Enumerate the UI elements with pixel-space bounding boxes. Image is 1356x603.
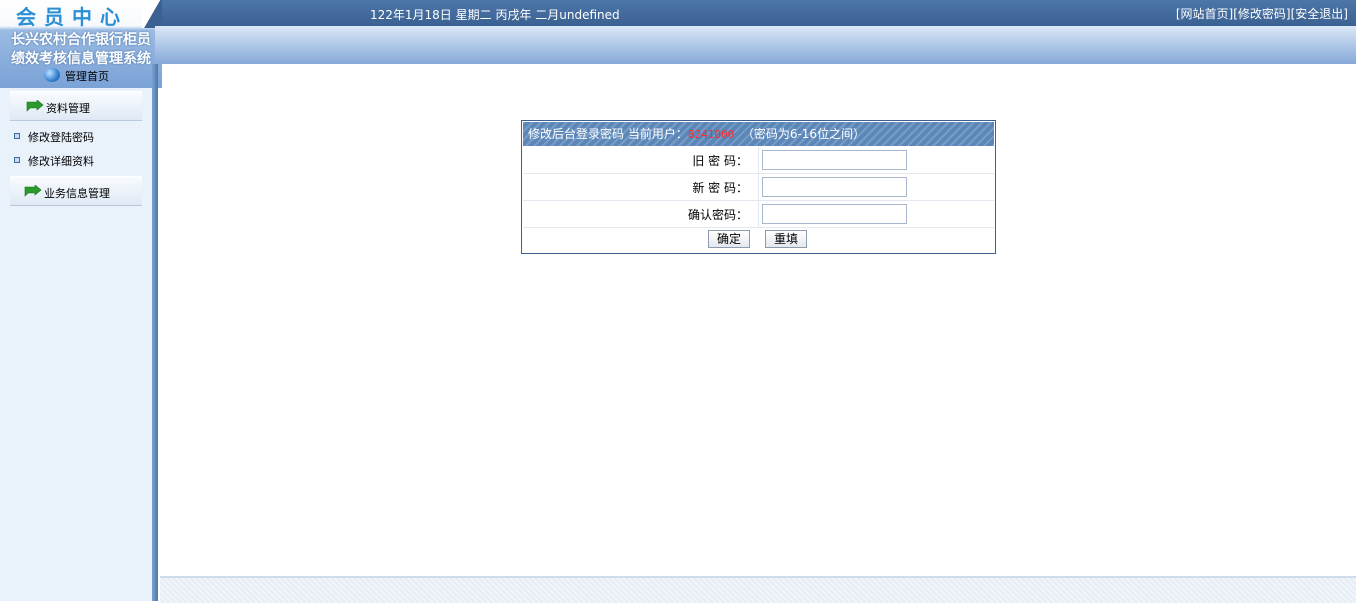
home-label: 管理首页 <box>65 70 109 83</box>
member-center-logo: 会员中心 <box>16 5 128 29</box>
sidebar-item-edit-profile[interactable]: 修改详细资料 <box>14 153 94 169</box>
bullet-icon <box>14 133 20 139</box>
new-password-input[interactable] <box>762 177 907 197</box>
sidebar-section-label: 资料管理 <box>46 102 90 115</box>
new-password-label: 新 密 码： <box>692 181 748 195</box>
home-link[interactable]: 管理首页 <box>44 68 109 86</box>
header-gradient-bar <box>155 26 1356 64</box>
change-password-panel: 修改后台登录密码 当前用户：8241000 （密码为6-16位之间） 旧 密 码… <box>521 120 996 254</box>
form-row-new-password: 新 密 码： <box>523 174 994 201</box>
globe-icon <box>44 68 60 82</box>
reset-button[interactable]: 重填 <box>765 230 808 248</box>
form-row-confirm-password: 确认密码： <box>523 201 994 228</box>
sidebar-section-business[interactable]: 业务信息管理 <box>10 176 142 206</box>
form-row-old-password: 旧 密 码： <box>523 147 994 174</box>
green-arrow-icon <box>26 100 44 112</box>
top-links: [网站首页][修改密码][安全退出] <box>1176 5 1348 22</box>
sidebar-item-label: 修改登陆密码 <box>28 131 94 144</box>
row-separator <box>758 174 759 200</box>
row-separator <box>758 201 759 227</box>
confirm-password-label: 确认密码： <box>687 208 748 222</box>
old-password-input[interactable] <box>762 150 907 170</box>
sidebar-section-label: 业务信息管理 <box>44 187 110 200</box>
panel-title-prefix: 修改后台登录密码 当前用户： <box>528 127 688 141</box>
change-password-link[interactable]: [修改密码] <box>1233 7 1290 21</box>
panel-title: 修改后台登录密码 当前用户：8241000 （密码为6-16位之间） <box>523 122 994 146</box>
footer-bar <box>160 576 1356 603</box>
sidebar-item-label: 修改详细资料 <box>28 155 94 168</box>
sidebar-section-profile[interactable]: 资料管理 <box>10 91 142 121</box>
sidebar-divider <box>152 64 158 601</box>
date-display: 122年1月18日 星期二 丙戌年 二月undefined <box>370 8 620 22</box>
logo-slant-decoration <box>142 0 162 28</box>
logout-link[interactable]: [安全退出] <box>1291 7 1348 21</box>
bullet-icon <box>14 157 20 163</box>
row-separator <box>758 147 759 173</box>
old-password-label: 旧 密 码： <box>692 154 748 168</box>
system-title-line1: 长兴农村合作银行柜员 <box>11 32 151 48</box>
password-length-hint: （密码为6-16位之间） <box>741 127 866 141</box>
system-title-line2: 绩效考核信息管理系统 <box>11 51 151 67</box>
green-arrow-icon <box>24 185 42 197</box>
confirm-password-input[interactable] <box>762 204 907 224</box>
submit-button[interactable]: 确定 <box>708 230 751 248</box>
sidebar-item-change-password[interactable]: 修改登陆密码 <box>14 129 94 145</box>
current-username: 8241000 <box>687 128 735 141</box>
top-bar: 122年1月18日 星期二 丙戌年 二月undefined [网站首页][修改密… <box>162 0 1356 26</box>
site-home-link[interactable]: [网站首页] <box>1176 7 1233 21</box>
